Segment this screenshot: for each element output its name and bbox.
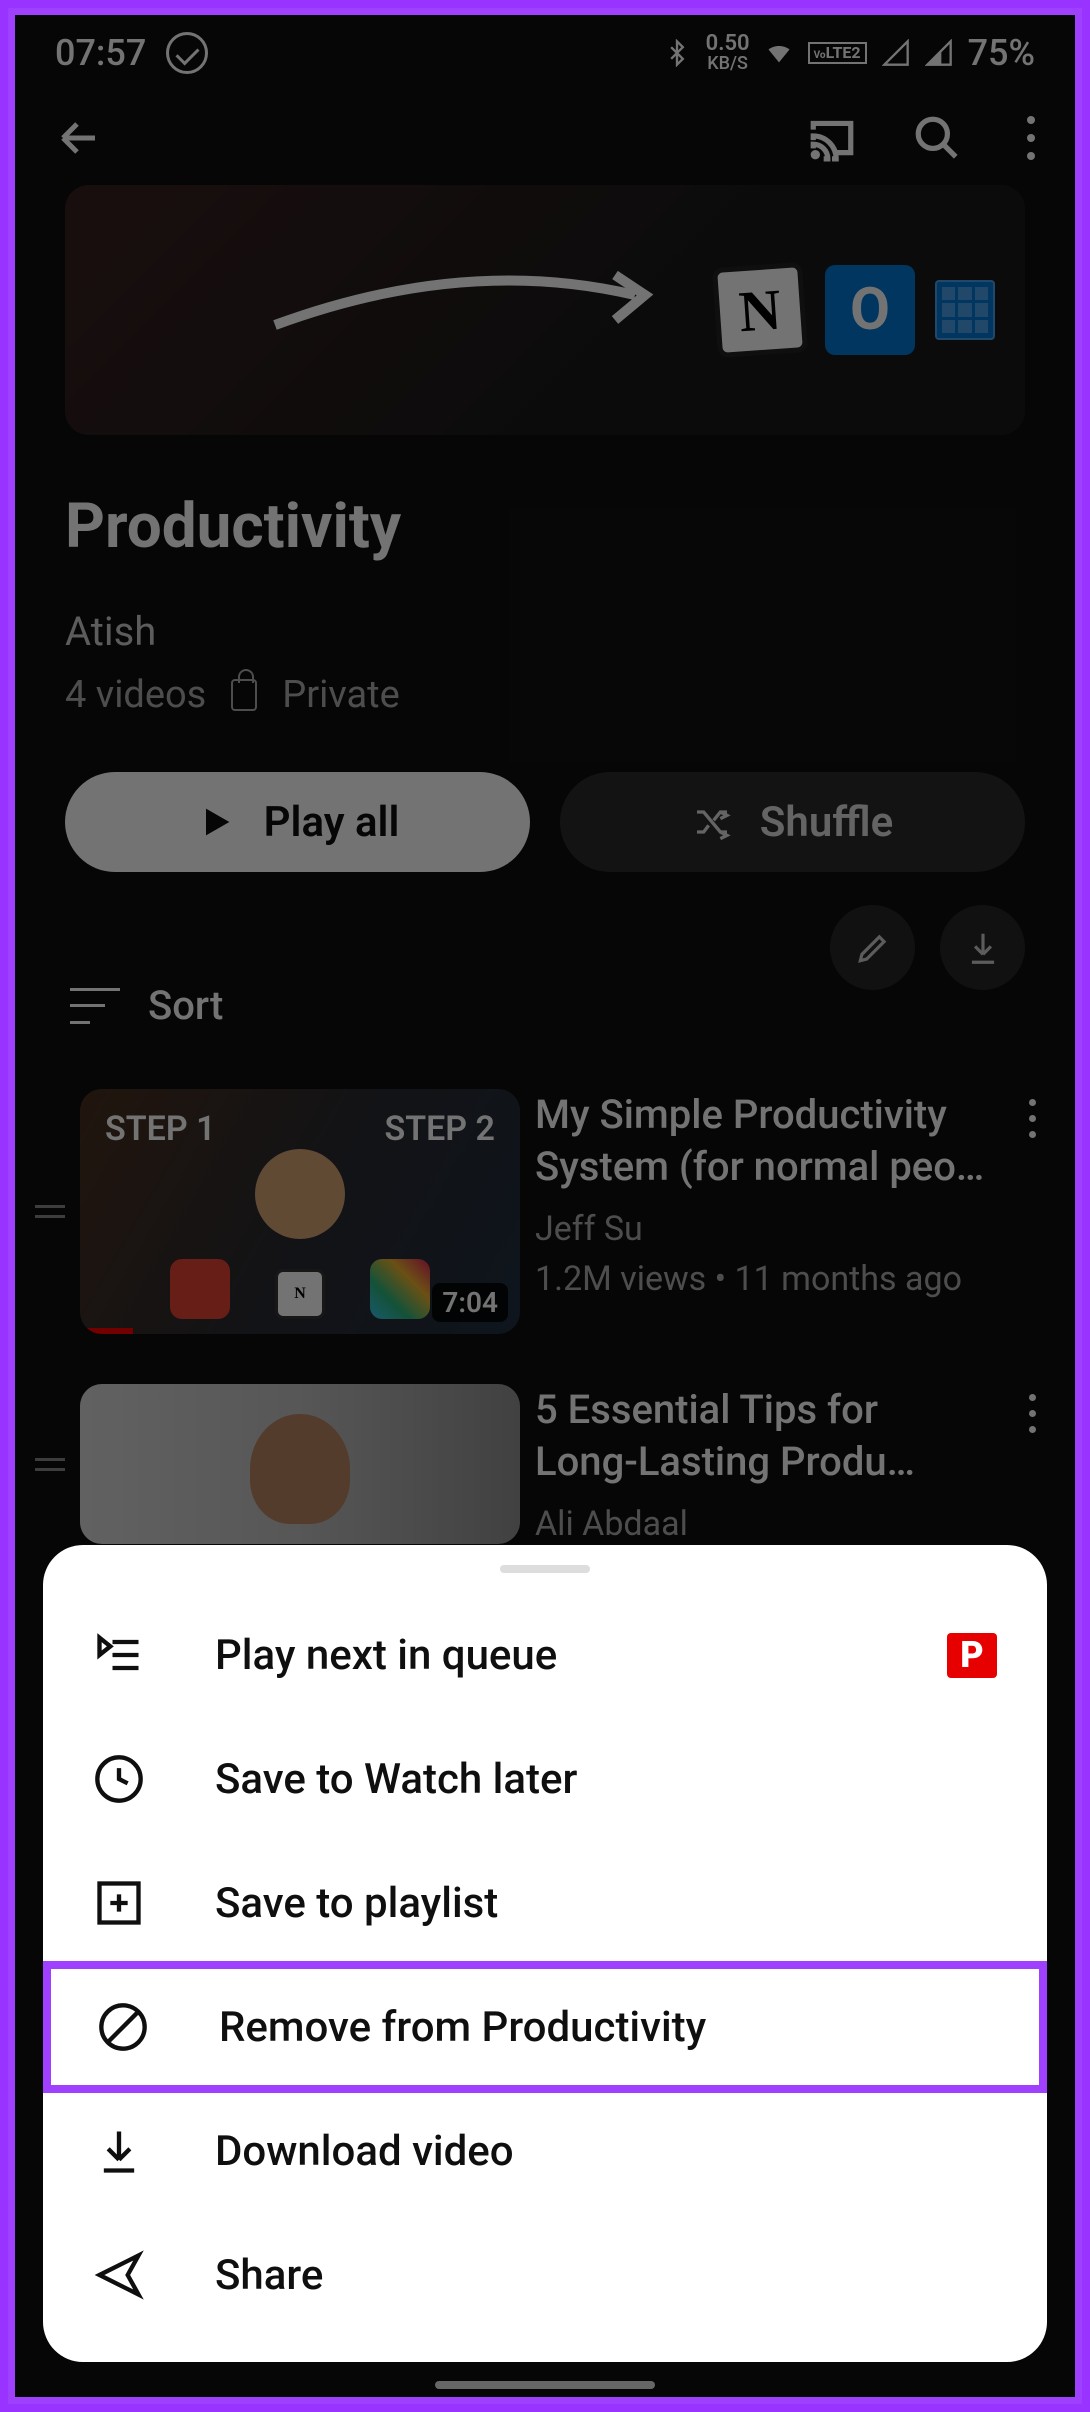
share-option[interactable]: Share [43, 2213, 1047, 2337]
sheet-handle[interactable] [500, 1565, 590, 1573]
remove-icon [97, 2001, 149, 2053]
nav-bar-hint[interactable] [435, 2381, 655, 2389]
add-playlist-icon [93, 1877, 145, 1929]
save-playlist-option[interactable]: Save to playlist [43, 1841, 1047, 1965]
bottom-sheet: Play next in queue P Save to Watch later… [43, 1545, 1047, 2362]
play-next-icon [93, 1629, 145, 1681]
premium-badge: P [947, 1633, 997, 1678]
clock-icon [93, 1753, 145, 1805]
remove-from-playlist-option[interactable]: Remove from Productivity [47, 1965, 1043, 2089]
download-video-option[interactable]: Download video [43, 2089, 1047, 2213]
share-icon [93, 2249, 145, 2301]
play-next-option[interactable]: Play next in queue P [43, 1593, 1047, 1717]
download-icon [93, 2125, 145, 2177]
watch-later-option[interactable]: Save to Watch later [43, 1717, 1047, 1841]
